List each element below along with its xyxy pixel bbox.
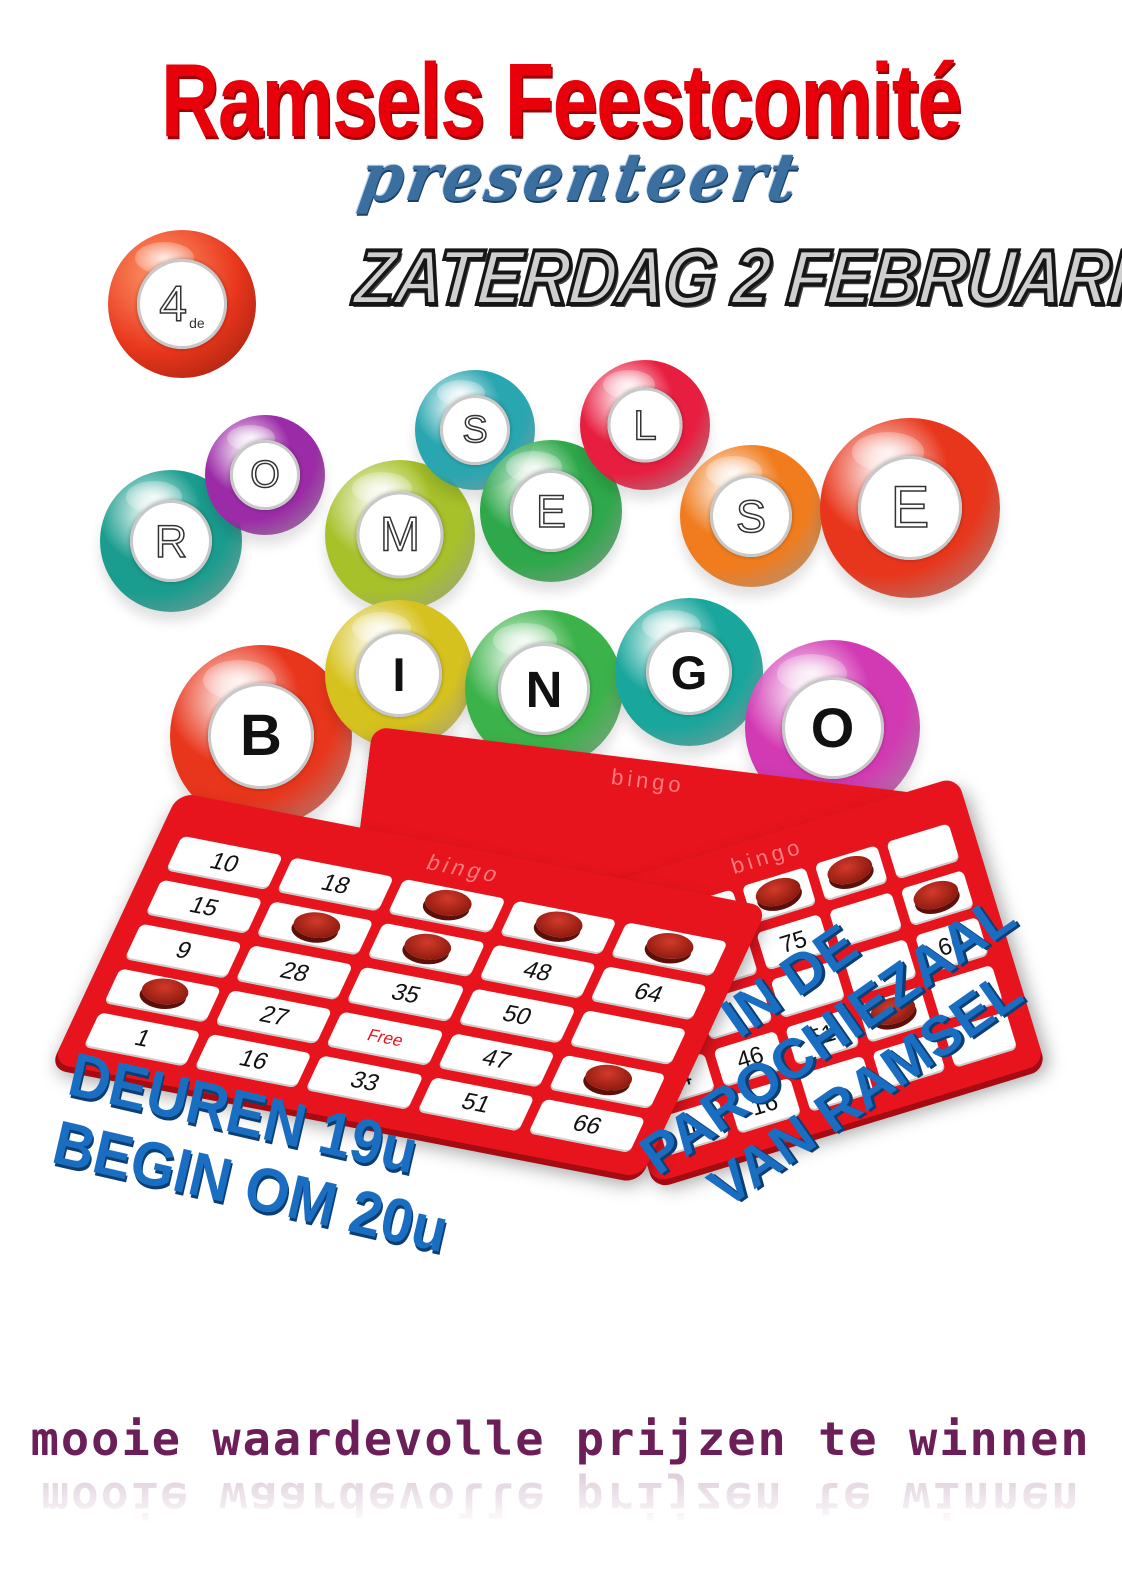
- bingo-ball-e: E: [820, 418, 1000, 598]
- ball-letter: S: [462, 409, 489, 451]
- bingo-ball-l: L: [580, 360, 710, 490]
- prizes-text-line: mooie waardevolle prijzen te winnen: [30, 1412, 1092, 1466]
- bingo-marker: [136, 975, 193, 1009]
- edition-suffix: de: [189, 315, 205, 331]
- ball-letter: O: [810, 695, 855, 759]
- ball-letter: G: [670, 645, 708, 699]
- ball-letter: E: [890, 475, 930, 540]
- number-cell: [256, 901, 374, 956]
- prizes-text-reflection: mooie waardevolle prijzen te winnen: [0, 1472, 1122, 1526]
- number-cell: [104, 968, 222, 1023]
- ball-letter: L: [633, 401, 658, 448]
- number-cell: 9: [124, 923, 243, 979]
- prizes-text: mooie waardevolle prijzen te winnen: [0, 1412, 1122, 1466]
- ball-letter: E: [535, 485, 567, 537]
- number-cell: 15: [145, 879, 263, 935]
- ball-letter: N: [525, 660, 563, 718]
- edition-ball: 4 de: [108, 230, 256, 378]
- number-cell: 28: [235, 945, 354, 1000]
- bingo-marker: [642, 929, 699, 963]
- bingo-ball-g: G: [615, 598, 763, 746]
- number-cell: [367, 923, 485, 978]
- edition-number: 4: [159, 276, 188, 332]
- number-cell: 47: [437, 1032, 555, 1088]
- number-cell: 50: [458, 988, 576, 1044]
- number-cell: 35: [346, 967, 465, 1022]
- ball-letter: S: [735, 490, 767, 542]
- bingo-ball-i: I: [325, 600, 473, 748]
- ball-letter: M: [379, 508, 420, 561]
- subtitle-text: presenteert: [353, 138, 807, 216]
- ball-letter: O: [249, 454, 280, 496]
- bingo-marker: [752, 872, 804, 911]
- number-cell: 27: [215, 989, 333, 1045]
- ball-letter: R: [154, 515, 188, 567]
- poster-subtitle: presenteert: [300, 138, 860, 216]
- bingo-ball-o: O: [205, 415, 325, 535]
- bingo-marker: [420, 886, 477, 920]
- number-cell: 48: [478, 944, 597, 1000]
- bingo-marker: [824, 850, 876, 889]
- bingo-marker: [288, 908, 345, 942]
- bingo-marker: [531, 907, 588, 941]
- bingo-ball-s: S: [680, 445, 822, 587]
- event-date: ZATERDAG 2 FEBRUARI: [292, 231, 1122, 323]
- bingo-marker: [399, 930, 457, 964]
- ball-letter: B: [240, 703, 282, 768]
- date-text: ZATERDAG 2 FEBRUARI: [349, 231, 1122, 323]
- free-cell: Free: [326, 1011, 444, 1066]
- ball-letter: I: [392, 647, 406, 701]
- prizes-reflection-line: mooie waardevolle prijzen te winnen: [41, 1472, 1081, 1526]
